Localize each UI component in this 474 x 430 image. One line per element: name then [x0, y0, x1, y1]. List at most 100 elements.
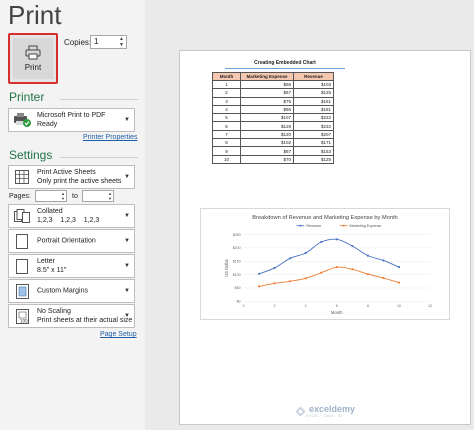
- margins-dropdown[interactable]: Custom Margins ▼: [8, 279, 135, 303]
- x-tick-label: 2: [274, 304, 276, 308]
- printer-divider: [60, 99, 138, 100]
- table-cell: 5: [212, 113, 241, 123]
- collated-icon: [13, 207, 31, 225]
- margins-icon: [13, 282, 31, 300]
- table-cell: 3: [212, 96, 241, 106]
- table-cell: $102: [240, 138, 294, 148]
- data-point-0: [382, 259, 385, 262]
- copies-value: 1: [94, 37, 99, 46]
- chevron-down-icon: ▼: [124, 313, 130, 319]
- table-cell: $70: [240, 154, 294, 164]
- data-point-1: [335, 266, 338, 269]
- copies-spinner[interactable]: ▲ ▼: [119, 36, 124, 48]
- x-tick-label: 12: [428, 304, 432, 308]
- data-table: Month Marketing Expense Revenue 1 $56 $103…: [212, 72, 334, 164]
- copies-label: Copies:: [64, 38, 92, 47]
- table-cell: $75: [240, 96, 294, 106]
- table-cell: $207: [293, 129, 334, 140]
- chevron-down-icon: ▼: [124, 288, 130, 294]
- table-cell: $120: [240, 129, 294, 140]
- table-row: 3 $75 $161: [212, 96, 334, 106]
- table-cell: 4: [212, 104, 241, 115]
- scaling-line2: Print sheets at their actual size: [37, 317, 133, 324]
- collation-dropdown[interactable]: Collated 1,2,3 1,2,3 1,2,3 ▼: [8, 204, 135, 228]
- page-title: Print: [8, 0, 62, 30]
- table-cell: 8: [212, 138, 241, 148]
- data-point-0: [335, 238, 338, 241]
- y-tick-label: $200: [233, 246, 241, 250]
- table-cell: $86: [240, 104, 294, 115]
- paper-line1: Letter: [37, 258, 55, 265]
- table-row: 1 $56 $103: [212, 79, 334, 90]
- table-header-row: Month Marketing Expense Revenue: [212, 72, 334, 81]
- printer-dropdown[interactable]: Microsoft Print to PDF Ready ▼: [8, 108, 135, 132]
- embedded-line-chart: Breakdown of Revenue and Marketing Expen…: [200, 208, 450, 320]
- data-point-0: [304, 251, 307, 255]
- table-cell: $153: [293, 146, 334, 156]
- chevron-down-icon: ▼: [124, 263, 130, 269]
- table-cell: 6: [212, 121, 241, 131]
- table-row: 2 $67 $125: [212, 88, 334, 98]
- data-point-1: [273, 282, 276, 285]
- scaling-line1: No Scaling: [37, 308, 71, 315]
- table-cell: $128: [240, 121, 294, 131]
- print-what-line1: Print Active Sheets: [37, 169, 96, 176]
- table-cell: $103: [293, 79, 334, 90]
- series-line-0: [258, 238, 400, 275]
- scaling-dropdown[interactable]: 100 No Scaling Print sheets at their act…: [8, 304, 135, 328]
- orientation-line1: Portrait Orientation: [37, 237, 96, 245]
- table-cell: $161: [293, 96, 334, 106]
- pages-to-input[interactable]: ▲ ▼: [82, 190, 114, 202]
- series-line-1: [258, 266, 400, 287]
- data-point-1: [304, 277, 307, 280]
- data-point-0: [289, 257, 292, 260]
- exceldemy-logo-icon: [295, 406, 306, 417]
- printer-properties-link[interactable]: Printer Properties: [83, 134, 137, 141]
- logo-subtitle: EXCEL · DATA · BI: [306, 414, 343, 418]
- table-cell: $125: [293, 88, 334, 98]
- table-row: 5 $107 $222: [212, 113, 334, 123]
- column-header: Revenue: [293, 72, 334, 81]
- data-point-1: [320, 271, 323, 274]
- printer-heading: Printer: [9, 90, 45, 104]
- logo-name: exceldemy: [309, 404, 356, 414]
- print-what-line2: Only print the active sheets: [37, 178, 122, 185]
- table-cell: $181: [293, 104, 334, 115]
- paper-size-dropdown[interactable]: Letter 8.5" x 11" ▼: [8, 254, 135, 278]
- print-button[interactable]: Print: [8, 33, 58, 84]
- collation-line2: 1,2,3 1,2,3 1,2,3: [37, 217, 100, 224]
- data-point-1: [397, 281, 401, 284]
- legend-label-0: Revenue: [306, 224, 321, 228]
- y-axis-label: US Dollar: [224, 259, 229, 277]
- x-axis-label: Month: [331, 310, 343, 315]
- table-row: 8 $102 $171: [212, 138, 334, 148]
- table-cell: $232: [293, 121, 334, 131]
- print-what-dropdown[interactable]: Print Active Sheets Only print the activ…: [8, 165, 135, 189]
- data-point-0: [320, 240, 323, 244]
- chevron-down-icon: ▼: [124, 238, 130, 244]
- print-preview-page: Creating Embedded Chart Month Marketing …: [179, 50, 471, 425]
- sheet-icon: [13, 168, 31, 186]
- x-tick-label: 0: [242, 304, 244, 308]
- table-row: 6 $128 $232: [212, 121, 334, 131]
- chevron-down-icon: ▼: [124, 117, 130, 123]
- data-point-0: [397, 266, 401, 269]
- y-tick-label: $150: [233, 260, 241, 264]
- column-header: Marketing Expense: [240, 72, 294, 81]
- portrait-orientation-icon: [13, 232, 31, 250]
- data-point-0: [366, 254, 369, 257]
- settings-heading: Settings: [9, 148, 53, 162]
- page-setup-link[interactable]: Page Setup: [100, 331, 137, 338]
- sheet-title: Creating Embedded Chart: [225, 60, 345, 69]
- data-point-1: [366, 272, 369, 276]
- x-tick-label: 4: [305, 304, 307, 308]
- table-row: 10 $70 $128: [212, 154, 334, 164]
- x-tick-label: 8: [367, 304, 369, 308]
- pages-from-input[interactable]: ▲ ▼: [35, 190, 67, 202]
- orientation-dropdown[interactable]: Portrait Orientation ▼: [8, 229, 135, 253]
- data-point-1: [382, 276, 385, 280]
- table-cell: 9: [212, 146, 241, 156]
- no-scaling-icon: 100: [13, 307, 31, 325]
- legend-marker-0: [299, 224, 302, 227]
- copies-input[interactable]: 1 ▲ ▼: [90, 35, 127, 49]
